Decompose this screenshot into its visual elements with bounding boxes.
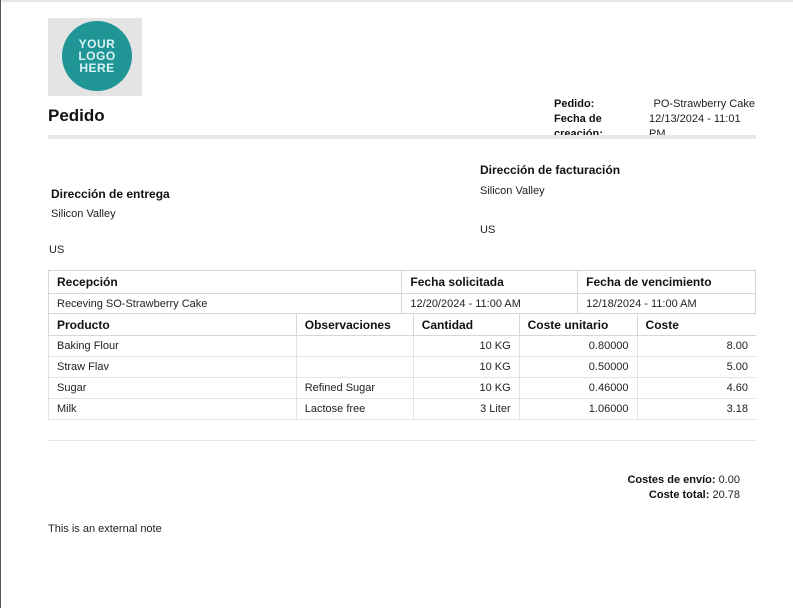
logo-circle: YOUR LOGO HERE — [62, 21, 132, 91]
table-row: Sugar Refined Sugar 10 KG 0.46000 4.60 — [48, 377, 756, 399]
product-cost: 8.00 — [636, 335, 756, 357]
totals-block: Costes de envío: 0.00 Coste total: 20.78 — [600, 473, 740, 503]
billing-address-heading: Dirección de facturación — [480, 163, 621, 177]
quantity-header: Cantidad — [412, 314, 520, 336]
delivery-address-country: US — [49, 244, 65, 256]
order-number-value: PO-Strawberry Cake — [653, 98, 755, 110]
reception-row: Receving SO-Strawberry Cake 12/20/2024 -… — [47, 293, 756, 314]
table-row: Baking Flour 10 KG 0.80000 8.00 — [48, 335, 756, 357]
product-header: Producto — [48, 314, 297, 336]
requested-date-header: Fecha solicitada — [401, 270, 579, 294]
table-row: Milk Lactose free 3 Liter 1.06000 3.18 — [48, 398, 756, 420]
unit-cost-header: Coste unitario — [518, 314, 638, 336]
table-row: Straw Flav 10 KG 0.50000 5.00 — [48, 356, 756, 378]
product-name: Straw Flav — [48, 356, 297, 378]
product-quantity: 3 Liter — [412, 398, 520, 420]
requested-date: 12/20/2024 - 11:00 AM — [401, 293, 579, 314]
cost-header: Coste — [636, 314, 756, 336]
creation-date-value: 12/13/2024 - 11:01 PM — [649, 113, 741, 140]
product-notes: Refined Sugar — [295, 377, 414, 399]
page-top-edge — [0, 0, 793, 2]
product-quantity: 10 KG — [412, 356, 520, 378]
product-name: Sugar — [48, 377, 297, 399]
billing-address-country: US — [480, 224, 496, 236]
document-title: Pedido — [48, 106, 105, 125]
reception-header-row: Recepción Fecha solicitada Fecha de venc… — [47, 270, 756, 294]
product-notes — [295, 335, 414, 357]
total-cost-value: 20.78 — [712, 489, 740, 501]
logo-text-line: HERE — [79, 61, 115, 75]
reception-reference: Receving SO-Strawberry Cake — [47, 293, 403, 314]
shipping-cost-label: Costes de envío: — [627, 474, 716, 486]
product-name: Baking Flour — [48, 335, 297, 357]
product-cost: 4.60 — [636, 377, 756, 399]
products-header-row: Producto Observaciones Cantidad Coste un… — [48, 314, 756, 336]
product-unit-cost: 0.46000 — [518, 377, 638, 399]
notes-header: Observaciones — [295, 314, 414, 336]
product-cost: 5.00 — [636, 356, 756, 378]
header-divider — [48, 135, 756, 139]
creation-date-label: Fecha de creación: — [554, 113, 603, 140]
delivery-address-heading: Dirección de entrega — [51, 187, 170, 201]
order-number-label: Pedido: — [554, 98, 595, 110]
product-unit-cost: 0.50000 — [518, 356, 638, 378]
reception-header: Recepción — [47, 270, 403, 294]
product-unit-cost: 0.80000 — [518, 335, 638, 357]
page-left-edge — [0, 0, 1, 608]
products-table: Producto Observaciones Cantidad Coste un… — [48, 314, 756, 420]
reception-table: Recepción Fecha solicitada Fecha de venc… — [47, 270, 756, 314]
product-cost: 3.18 — [636, 398, 756, 420]
due-date: 12/18/2024 - 11:00 AM — [577, 293, 756, 314]
delivery-address-line: Silicon Valley — [51, 208, 116, 220]
product-unit-cost: 1.06000 — [518, 398, 638, 420]
product-notes — [295, 356, 414, 378]
total-cost-row: Coste total: 20.78 — [600, 488, 740, 503]
totals-divider — [48, 440, 756, 441]
shipping-cost-row: Costes de envío: 0.00 — [600, 473, 740, 488]
shipping-cost-value: 0.00 — [718, 474, 740, 486]
company-logo: YOUR LOGO HERE — [48, 18, 142, 96]
product-name: Milk — [48, 398, 297, 420]
due-date-header: Fecha de vencimiento — [577, 270, 756, 294]
product-notes: Lactose free — [295, 398, 414, 420]
order-number-row: Pedido: PO-Strawberry Cake — [554, 97, 755, 112]
creation-date-row: Fecha de creación: 12/13/2024 - 11:01 PM — [554, 112, 755, 140]
total-cost-label: Coste total: — [648, 489, 710, 501]
external-note: This is an external note — [48, 523, 162, 535]
billing-address-line: Silicon Valley — [480, 185, 545, 197]
product-quantity: 10 KG — [412, 377, 520, 399]
product-quantity: 10 KG — [412, 335, 520, 357]
order-meta: Pedido: PO-Strawberry Cake Fecha de crea… — [554, 97, 755, 140]
